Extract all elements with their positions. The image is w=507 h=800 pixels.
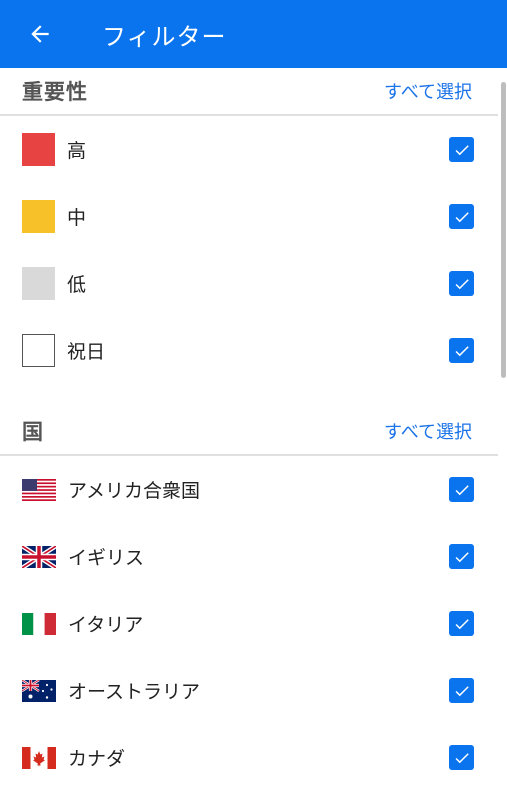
us-flag-icon [22,478,56,501]
importance-section-title: 重要性 [22,80,88,104]
country-italy-checkbox[interactable] [449,611,474,636]
medium-color-swatch [22,200,55,233]
checkmark-icon [455,551,469,562]
importance-select-all-link[interactable]: すべて選択 [384,78,472,104]
country-item-label: カナダ [68,748,126,770]
country-item-uk[interactable]: イギリス [0,523,498,590]
importance-item-holiday[interactable]: 祝日 [0,317,498,384]
holiday-color-swatch [22,334,55,367]
country-section-title: 国 [22,420,44,444]
checkmark-icon [455,484,469,495]
importance-item-label: 低 [67,274,87,296]
checkmark-icon [455,144,469,155]
importance-item-low[interactable]: 低 [0,250,498,317]
scrollbar[interactable] [501,82,506,378]
checkmark-icon [455,618,469,629]
country-item-label: アメリカ合衆国 [68,480,201,502]
country-item-canada[interactable]: カナダ [0,724,498,791]
arrow-left-icon [31,25,49,43]
importance-high-checkbox[interactable] [449,137,474,162]
checkmark-icon [455,685,469,696]
country-us-checkbox[interactable] [449,477,474,502]
country-section-header: 国 すべて選択 [0,408,498,456]
importance-item-label: 中 [67,207,87,229]
country-item-italy[interactable]: イタリア [0,590,498,657]
country-canada-checkbox[interactable] [449,745,474,770]
country-item-australia[interactable]: オーストラリア [0,657,498,724]
importance-item-medium[interactable]: 中 [0,183,498,250]
australia-flag-icon [22,679,56,702]
country-select-all-link[interactable]: すべて選択 [384,418,472,444]
country-item-label: イギリス [68,547,145,569]
country-item-us[interactable]: アメリカ合衆国 [0,456,498,523]
italy-flag-icon [22,612,56,635]
importance-item-high[interactable]: 高 [0,116,498,183]
importance-medium-checkbox[interactable] [449,204,474,229]
page-title: フィルター [102,22,227,51]
app-bar: フィルター [0,0,507,68]
importance-low-checkbox[interactable] [449,271,474,296]
high-color-swatch [22,133,55,166]
filter-list[interactable]: 重要性 すべて選択 高 中 低 祝日 国 すべて選択 アメリカ合衆国 イギリス … [0,68,498,800]
importance-item-label: 祝日 [67,341,106,363]
country-uk-checkbox[interactable] [449,544,474,569]
uk-flag-icon [22,545,56,568]
country-item-label: オーストラリア [68,681,201,703]
checkmark-icon [455,278,469,289]
back-button[interactable] [24,18,56,50]
checkmark-icon [455,345,469,356]
canada-flag-icon [22,746,56,769]
checkmark-icon [455,752,469,763]
checkmark-icon [455,211,469,222]
importance-holiday-checkbox[interactable] [449,338,474,363]
country-australia-checkbox[interactable] [449,678,474,703]
low-color-swatch [22,267,55,300]
importance-section-header: 重要性 すべて選択 [0,68,498,116]
country-item-label: イタリア [68,614,144,636]
importance-item-label: 高 [67,140,87,162]
